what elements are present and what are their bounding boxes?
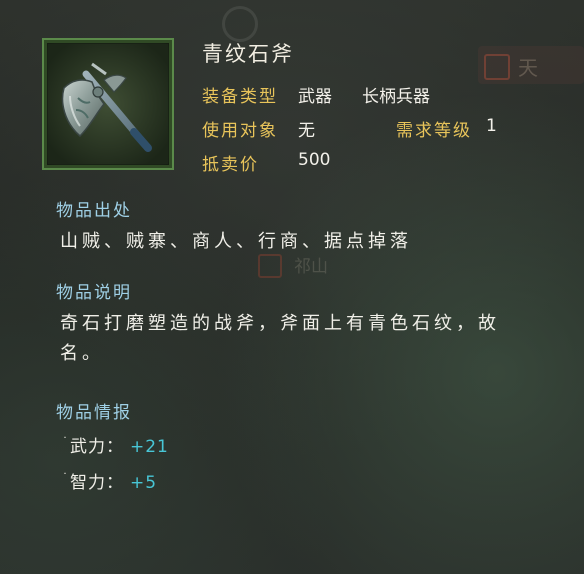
item-title: 青纹石斧	[202, 42, 294, 66]
equip-type-label: 装备类型	[202, 87, 278, 107]
sources-text: 山贼、贼寨、商人、行商、据点掉落	[60, 231, 412, 252]
background-gear-icon	[222, 6, 258, 42]
required-level-value: 1	[486, 116, 497, 136]
description-line-1: 奇石打磨塑造的战斧，斧面上有青色石纹，故	[60, 313, 500, 334]
description-header: 物品说明	[56, 283, 132, 303]
item-icon-frame	[42, 38, 174, 170]
attribute-bullet: ˙	[62, 471, 69, 485]
attribute-value: +5	[130, 473, 158, 493]
attribute-name: 智力	[70, 473, 106, 493]
item-tooltip-scene: 天 祁山 青纹石斧 装备类型 武器 长柄兵器 使用对象 无 需求等级 1 抵卖价…	[0, 0, 584, 574]
info-header: 物品情报	[56, 403, 132, 423]
attribute-row-intelligence: ˙智力： +5	[62, 468, 157, 493]
attribute-colon: ：	[106, 473, 124, 493]
attribute-name: 武力	[70, 437, 106, 457]
battle-axe-icon	[48, 44, 168, 164]
required-level-label: 需求等级	[396, 121, 472, 141]
attribute-row-strength: ˙武力： +21	[62, 432, 169, 457]
background-badge: 天	[478, 46, 584, 84]
attribute-bullet: ˙	[62, 435, 69, 449]
target-value: 无	[298, 121, 315, 141]
background-marker-icon	[258, 254, 282, 278]
sell-price-label: 抵卖价	[202, 155, 259, 175]
sources-header: 物品出处	[56, 201, 132, 221]
equip-subtype-value: 长柄兵器	[362, 87, 430, 107]
target-label: 使用对象	[202, 121, 278, 141]
background-badge-text: 天	[518, 56, 538, 80]
description-line-2: 名。	[60, 343, 104, 364]
background-badge-icon	[484, 54, 510, 80]
background-map-marker: 祁山	[258, 252, 338, 280]
attribute-value: +21	[130, 437, 169, 457]
sell-price-value: 500	[298, 150, 331, 170]
attribute-colon: ：	[106, 437, 124, 457]
equip-type-value: 武器	[298, 87, 332, 107]
